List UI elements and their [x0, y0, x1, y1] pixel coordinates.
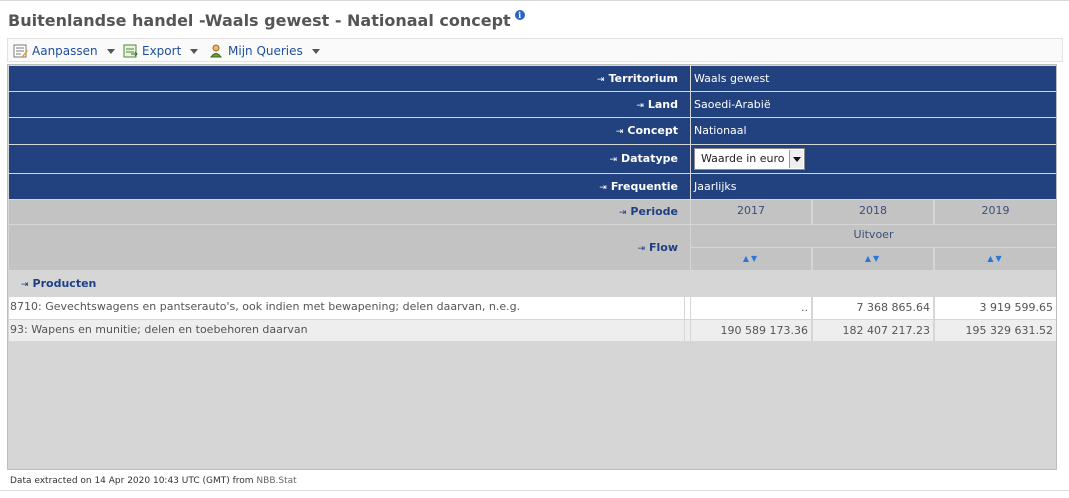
sort-down-icon[interactable]: ▼ [996, 254, 1004, 263]
chevron-down-icon [311, 48, 320, 54]
sort-arrows-2018[interactable]: ▲▼ [813, 248, 933, 270]
year-header-2019: 2019 [935, 200, 1056, 224]
table-cell: 182 407 217.23 [813, 320, 933, 341]
year-header-2017: 2017 [691, 200, 811, 224]
sort-down-icon[interactable]: ▼ [751, 254, 759, 263]
dimension-value-territorium: Waals gewest [691, 66, 1056, 91]
flow-label[interactable]: ⇥ Flow [9, 225, 690, 270]
dimension-label-concept[interactable]: ⇥ Concept [9, 118, 690, 144]
export-menu[interactable]: Export [123, 43, 199, 59]
export-label: Export [142, 44, 182, 58]
year-header-2018: 2018 [813, 200, 933, 224]
toolbar: Aanpassen Export Mijn Queries [7, 38, 1063, 62]
pivot-arrow-icon: ⇥ [636, 101, 644, 111]
table-row-desc: 93: Wapens en munitie; delen en toebehor… [9, 320, 684, 341]
dimension-label-datatype[interactable]: ⇥ Datatype [9, 145, 690, 173]
chevron-down-icon [190, 48, 199, 54]
pivot-arrow-icon: ⇥ [597, 75, 605, 85]
dimension-label-frequentie[interactable]: ⇥ Frequentie [9, 174, 690, 199]
page-title-text: Buitenlandse handel -Waals gewest - Nati… [8, 11, 511, 30]
pivot-arrow-icon: ⇥ [637, 244, 645, 254]
table-cell: 195 329 631.52 [935, 320, 1056, 341]
sort-up-icon[interactable]: ▲ [987, 254, 995, 263]
flow-value-uitvoer: Uitvoer [691, 225, 1056, 247]
table-cell: 190 589 173.36 [691, 320, 811, 341]
sort-up-icon[interactable]: ▲ [743, 254, 751, 263]
export-icon [123, 44, 138, 58]
bottom-divider [0, 490, 1069, 491]
dimension-value-land: Saoedi-Arabië [691, 92, 1056, 117]
pivot-arrow-icon: ⇥ [618, 208, 627, 218]
data-table-panel: ⇥ Territorium Waals gewest ⇥ Land Saoedi-A… [7, 64, 1057, 470]
datatype-select[interactable]: Waarde in euro [694, 148, 805, 170]
row-spacer [685, 297, 690, 319]
pivot-arrow-icon: ⇥ [599, 183, 607, 193]
customize-label: Aanpassen [32, 44, 98, 58]
producten-label[interactable]: ⇥ Producten [9, 271, 690, 297]
periode-label[interactable]: ⇥ Periode [9, 200, 690, 224]
pivot-arrow-icon: ⇥ [609, 155, 617, 165]
table-cell: 7 368 865.64 [813, 297, 933, 319]
sort-down-icon[interactable]: ▼ [873, 254, 881, 263]
datatype-selected-value: Waarde in euro [701, 152, 785, 165]
table-cell: .. [691, 297, 811, 319]
table-cell: 3 919 599.65 [935, 297, 1056, 319]
dimension-value-frequentie: Jaarlijks [691, 174, 1056, 199]
pivot-arrow-icon: ⇥ [615, 127, 624, 137]
dimension-label-land[interactable]: ⇥ Land [9, 92, 690, 117]
my-queries-label: Mijn Queries [228, 44, 303, 58]
footer-text: Data extracted on 14 Apr 2020 10:43 UTC … [10, 476, 254, 486]
pivot-arrow-icon: ⇥ [21, 280, 29, 290]
dimension-value-concept: Nationaal [691, 118, 1056, 144]
footer-source-link[interactable]: NBB.Stat [256, 476, 296, 486]
sort-up-icon[interactable]: ▲ [865, 254, 873, 263]
customize-menu[interactable]: Aanpassen [13, 43, 115, 59]
sort-arrows-2017[interactable]: ▲▼ [691, 248, 811, 270]
chevron-down-icon[interactable] [789, 150, 803, 168]
sort-arrows-2019[interactable]: ▲▼ [935, 248, 1056, 270]
user-queries-icon [209, 44, 224, 58]
row-spacer [685, 320, 690, 341]
footer: Data extracted on 14 Apr 2020 10:43 UTC … [10, 476, 297, 486]
chevron-down-icon [106, 48, 115, 54]
my-queries-menu[interactable]: Mijn Queries [209, 43, 320, 59]
info-icon[interactable]: i [514, 10, 525, 20]
page-title: Buitenlandse handel -Waals gewest - Nati… [8, 10, 525, 30]
table-row-desc: 8710: Gevechtswagens en pantserauto's, o… [9, 297, 684, 319]
top-divider [0, 0, 1069, 1]
dimension-label-territorium[interactable]: ⇥ Territorium [9, 66, 690, 91]
customize-icon [13, 44, 28, 58]
